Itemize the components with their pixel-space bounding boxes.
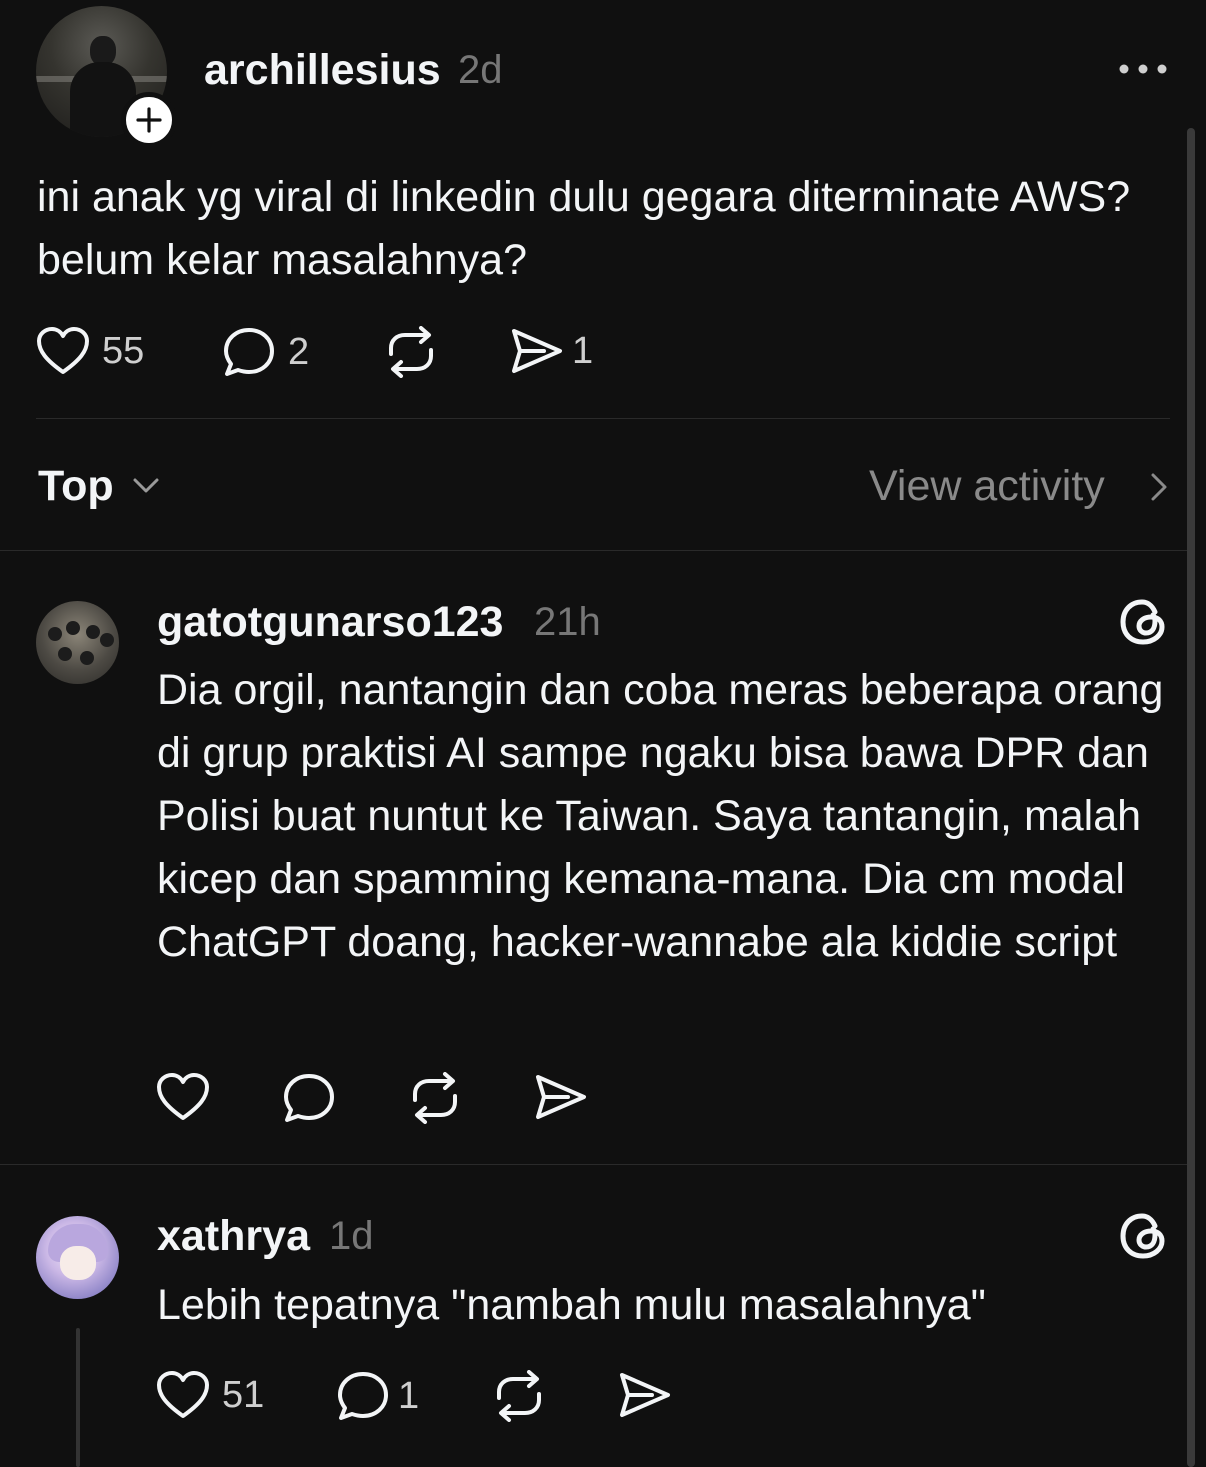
follow-button[interactable]: [121, 92, 177, 148]
post-body-text: ini anak yg viral di linkedin dulu gegar…: [37, 173, 1131, 284]
post-share-count: 1: [572, 329, 594, 372]
repost-icon: [497, 1370, 541, 1422]
comment-body-text: Lebih tepatnya "nambah mulu masalahnya": [157, 1281, 986, 1329]
divider: [0, 550, 1190, 551]
comment-author-username[interactable]: gatotgunarso123: [157, 598, 503, 647]
sort-dropdown-label[interactable]: Top: [38, 462, 114, 511]
comment-like-count: 51: [222, 1373, 265, 1416]
thread-connector-line: [76, 1328, 80, 1467]
repost-icon: [413, 1072, 457, 1124]
comment-repost-button[interactable]: [408, 1072, 462, 1124]
threads-post-page: archillesius 2d ini anak yg viral di lin…: [0, 0, 1206, 1467]
comment-like-button[interactable]: 51: [156, 1370, 264, 1420]
heart-icon: [37, 327, 89, 374]
comment-body-text: Dia orgil, nantangin dan coba meras bebe…: [157, 666, 1164, 966]
comment-reply-button[interactable]: 1: [336, 1370, 419, 1422]
post-share-button[interactable]: 1: [510, 326, 593, 376]
comment-author-avatar[interactable]: [36, 1216, 119, 1299]
comment-bubble-icon: [338, 1372, 388, 1420]
comment-timestamp: 1d: [329, 1214, 374, 1258]
send-icon: [512, 329, 562, 373]
comment-author-avatar[interactable]: [36, 601, 119, 684]
comment-reply-button[interactable]: [282, 1072, 336, 1124]
more-dots-icon[interactable]: [1118, 60, 1168, 78]
comment-bubble-icon: [284, 1074, 334, 1122]
send-icon: [620, 1373, 670, 1417]
comment-repost-button[interactable]: [492, 1370, 546, 1422]
post-reply-button[interactable]: 2: [222, 326, 309, 378]
chevron-down-icon[interactable]: [132, 474, 160, 496]
comment-author-username[interactable]: xathrya: [157, 1212, 310, 1261]
divider: [36, 418, 1170, 419]
post-like-count: 55: [102, 329, 145, 372]
threads-logo-icon: [1120, 599, 1165, 645]
comment-timestamp: 21h: [534, 600, 601, 644]
comment-bubble-icon: [224, 328, 274, 376]
plus-icon: [136, 107, 162, 133]
post-author-username[interactable]: archillesius: [204, 46, 441, 95]
post-timestamp: 2d: [458, 48, 503, 92]
post-reply-count: 2: [288, 330, 310, 373]
comment-like-button[interactable]: [156, 1072, 210, 1122]
heart-icon: [157, 1371, 209, 1418]
threads-logo-icon: [1120, 1213, 1165, 1259]
heart-icon: [157, 1073, 209, 1120]
comment-share-button[interactable]: [618, 1370, 672, 1420]
view-activity-link[interactable]: View activity: [869, 462, 1105, 511]
repost-icon: [389, 326, 433, 378]
comment-share-button[interactable]: [534, 1072, 588, 1122]
post-repost-button[interactable]: [384, 326, 438, 378]
post-like-button[interactable]: 55: [36, 326, 144, 376]
divider: [0, 1164, 1190, 1165]
scrollbar[interactable]: [1187, 128, 1195, 1467]
chevron-right-icon[interactable]: [1148, 470, 1170, 504]
comment-reply-count: 1: [398, 1374, 420, 1417]
send-icon: [536, 1075, 586, 1119]
